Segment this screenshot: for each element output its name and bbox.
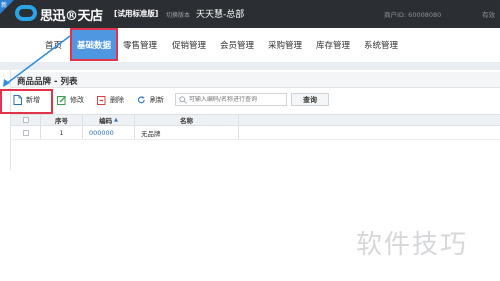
row-name-cell: 无品牌 [135, 126, 239, 139]
row-index: 1 [41, 126, 83, 139]
nav-purchase[interactable]: 采购管理 [268, 39, 302, 51]
nav-inventory[interactable]: 库存管理 [316, 39, 350, 51]
row-select-cell [11, 126, 41, 139]
col-code-label: 编码 [99, 117, 113, 125]
section-divider [0, 62, 500, 70]
search-icon [179, 95, 187, 104]
merchant-id: 商户ID: 60008080 [384, 11, 442, 19]
panel-header: 商品品牌 - 列表 [11, 72, 500, 88]
search-field[interactable] [175, 93, 287, 106]
col-name[interactable]: 名称 [135, 115, 239, 125]
watermark: 软件技巧 [350, 206, 500, 281]
edit-button[interactable]: 修改 [57, 94, 84, 106]
brand-name: 思迅®天店 [40, 9, 103, 24]
edition-label: [试用标准版] [114, 9, 159, 18]
refresh-icon [137, 96, 145, 104]
refresh-button[interactable]: 刷新 [137, 94, 164, 106]
search-input[interactable] [188, 96, 286, 103]
page-title: 商品品牌 - 列表 [17, 77, 78, 87]
row-checkbox[interactable] [22, 129, 29, 136]
grid-header: 序号 编码 ▲ 名称 [11, 114, 500, 126]
brand-logo-icon [15, 5, 37, 21]
switch-version-link[interactable]: 切换版本 [166, 10, 190, 19]
select-all-checkbox[interactable] [22, 117, 29, 123]
col-index: 序号 [41, 115, 83, 125]
row-name: 无品牌 [141, 129, 161, 138]
store-name[interactable]: 天天慧-总部 [196, 7, 244, 20]
corner-badge-text: 新 [1, 2, 8, 9]
col-code[interactable]: 编码 ▲ [83, 115, 135, 125]
nav-system[interactable]: 系统管理 [364, 39, 398, 51]
search-button[interactable]: 查询 [291, 93, 329, 106]
edit-icon [57, 96, 66, 105]
refresh-button-label: 刷新 [150, 96, 164, 104]
main-nav: 首页 基础数据 零售管理 促销管理 会员管理 采购管理 库存管理 系统管理 [0, 28, 500, 62]
row-code-link[interactable]: 000000 [89, 129, 114, 137]
watermark-text: 软件技巧 [356, 230, 469, 260]
nav-member[interactable]: 会员管理 [220, 39, 254, 51]
brand-list-panel: 商品品牌 - 列表 新增 修改 删除 刷新 查询 序号 编码▲ 名称 [10, 70, 500, 170]
table-row[interactable]: 1 000000 无品牌 [11, 126, 500, 140]
top-bar: 新 思迅®天店 [试用标准版] 切换版本 天天慧-总部 商户ID: 600080… [0, 0, 500, 28]
annotation-highlight-box [0, 89, 53, 114]
delete-button-label: 删除 [110, 96, 124, 104]
nav-basic-data[interactable]: 基础数据 [70, 28, 118, 61]
edit-button-label: 修改 [70, 96, 84, 104]
nav-home[interactable]: 首页 [45, 39, 62, 51]
valid-label: 有效 [482, 11, 495, 19]
nav-retail[interactable]: 零售管理 [123, 39, 157, 51]
select-all-cell [11, 115, 41, 125]
delete-icon [97, 96, 106, 105]
sort-asc-icon: ▲ [114, 117, 118, 123]
corner-badge: 新 [0, 0, 14, 14]
toolbar: 新增 修改 删除 刷新 查询 [11, 90, 500, 110]
row-code-cell: 000000 [83, 126, 135, 139]
delete-button[interactable]: 删除 [97, 94, 124, 106]
nav-promotion[interactable]: 促销管理 [172, 39, 206, 51]
